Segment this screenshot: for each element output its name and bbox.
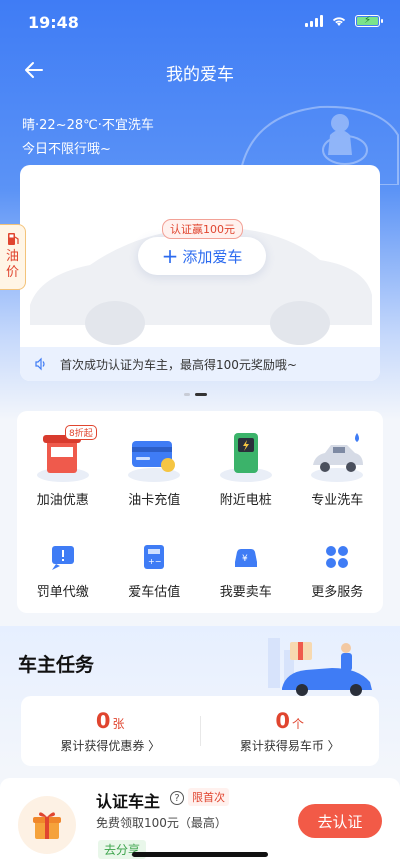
carousel-dots bbox=[184, 393, 207, 396]
task-description: 免费领取100元（最高） bbox=[96, 816, 227, 830]
service-charging[interactable]: 附近电桩 bbox=[200, 425, 292, 508]
service-label: 专业洗车 bbox=[311, 493, 364, 508]
coupons-unit: 张 bbox=[112, 716, 125, 731]
service-label: 油卡充值 bbox=[128, 493, 181, 508]
battery-icon: ⚡ bbox=[355, 15, 383, 27]
coupons-desc: 累计获得优惠券 〉 bbox=[60, 738, 161, 753]
gift-icon bbox=[18, 796, 76, 854]
calculator-icon: +− bbox=[144, 545, 165, 569]
charging-pile-icon bbox=[219, 433, 272, 482]
weather-text: 晴·22~28℃·不宜洗车 bbox=[22, 118, 154, 133]
home-indicator bbox=[132, 852, 268, 857]
service-sell-car[interactable]: ¥ 我要卖车 bbox=[200, 533, 292, 600]
notice-text: 首次成功认证为车主，最高得100元奖励哦~ bbox=[60, 357, 297, 372]
more-icon bbox=[326, 546, 349, 568]
task-section-title: 车主任务 bbox=[18, 654, 95, 676]
plus-icon: + bbox=[161, 244, 179, 268]
svg-text:+−: +− bbox=[148, 557, 161, 566]
oil-price-tab[interactable]: 油 价 bbox=[0, 224, 26, 290]
notice-bar[interactable]: 首次成功认证为车主，最高得100元奖励哦~ bbox=[20, 347, 380, 381]
nav-bar: 我的爱车 bbox=[0, 52, 400, 88]
service-pay-fines[interactable]: 罚单代缴 bbox=[17, 533, 109, 600]
oil-tab-text-2: 价 bbox=[5, 265, 19, 280]
help-icon[interactable]: ? bbox=[170, 791, 184, 805]
status-bar: 19:48 ⚡ bbox=[0, 0, 400, 44]
verify-button[interactable]: 去认证 bbox=[298, 804, 382, 838]
carousel-dot-active bbox=[195, 393, 207, 396]
wifi-icon bbox=[332, 17, 346, 26]
speaker-icon bbox=[35, 357, 45, 371]
task-stats-card: 0张 累计获得优惠券 〉 0个 累计获得易车币 〉 bbox=[21, 696, 379, 766]
coins-stat[interactable]: 0个 累计获得易车币 〉 bbox=[201, 696, 380, 766]
service-label: 更多服务 bbox=[311, 585, 364, 600]
services-row-primary: 8折起 加油优惠 油卡充值 附近电桩 专业洗车 bbox=[17, 425, 383, 508]
service-label: 加油优惠 bbox=[36, 493, 89, 508]
coupons-stat[interactable]: 0张 累计获得优惠券 〉 bbox=[21, 696, 200, 766]
service-label: 附近电桩 bbox=[219, 493, 272, 508]
carousel-dot bbox=[184, 393, 190, 396]
signal-icon bbox=[305, 15, 323, 27]
page-title: 我的爱车 bbox=[166, 65, 234, 85]
oil-tab-text-1: 油 bbox=[5, 249, 19, 264]
coupons-count: 0 bbox=[95, 708, 111, 733]
fuel-pump-icon bbox=[7, 233, 19, 245]
discount-tag: 8折起 bbox=[65, 425, 97, 440]
coins-unit: 个 bbox=[292, 716, 305, 731]
service-gas-discount[interactable]: 8折起 加油优惠 bbox=[17, 425, 109, 508]
fuel-card-icon bbox=[128, 441, 181, 482]
add-car-button[interactable]: + 添加爱车 bbox=[138, 237, 266, 275]
service-label: 我要卖车 bbox=[219, 585, 272, 600]
task-name: 认证车主 bbox=[96, 792, 161, 811]
ticket-icon bbox=[51, 546, 74, 570]
add-car-label: 添加爱车 bbox=[182, 247, 243, 266]
service-label: 罚单代缴 bbox=[36, 585, 89, 600]
service-label: 爱车估值 bbox=[128, 585, 181, 600]
service-car-wash[interactable]: 专业洗车 bbox=[292, 425, 384, 508]
service-car-valuation[interactable]: +− 爱车估值 bbox=[109, 533, 201, 600]
sell-car-icon: ¥ bbox=[234, 549, 257, 567]
status-time: 19:48 bbox=[28, 13, 79, 32]
first-time-badge: 限首次 bbox=[188, 788, 229, 806]
services-row-secondary: 罚单代缴 +− 爱车估值 ¥ 我要卖车 更多服务 bbox=[17, 533, 383, 600]
status-icons: ⚡ bbox=[305, 15, 383, 27]
car-card: 认证赢100元 + 添加爱车 首次成功认证为车主，最高得100元奖励哦~ bbox=[20, 165, 380, 381]
services-panel: 8折起 加油优惠 油卡充值 附近电桩 专业洗车 罚单代缴 +− 爱车估值 ¥ 我… bbox=[17, 411, 383, 613]
car-wash-icon bbox=[311, 433, 364, 482]
task-illustration bbox=[268, 638, 372, 696]
svg-text:¥: ¥ bbox=[242, 554, 248, 564]
cert-reward-badge: 认证赢100元 bbox=[162, 219, 243, 239]
traffic-limit-text: 今日不限行哦~ bbox=[22, 142, 111, 157]
service-fuel-card[interactable]: 油卡充值 bbox=[109, 425, 201, 508]
coins-count: 0 bbox=[275, 708, 291, 733]
coins-desc: 累计获得易车币 〉 bbox=[239, 738, 340, 753]
service-more[interactable]: 更多服务 bbox=[292, 533, 384, 600]
